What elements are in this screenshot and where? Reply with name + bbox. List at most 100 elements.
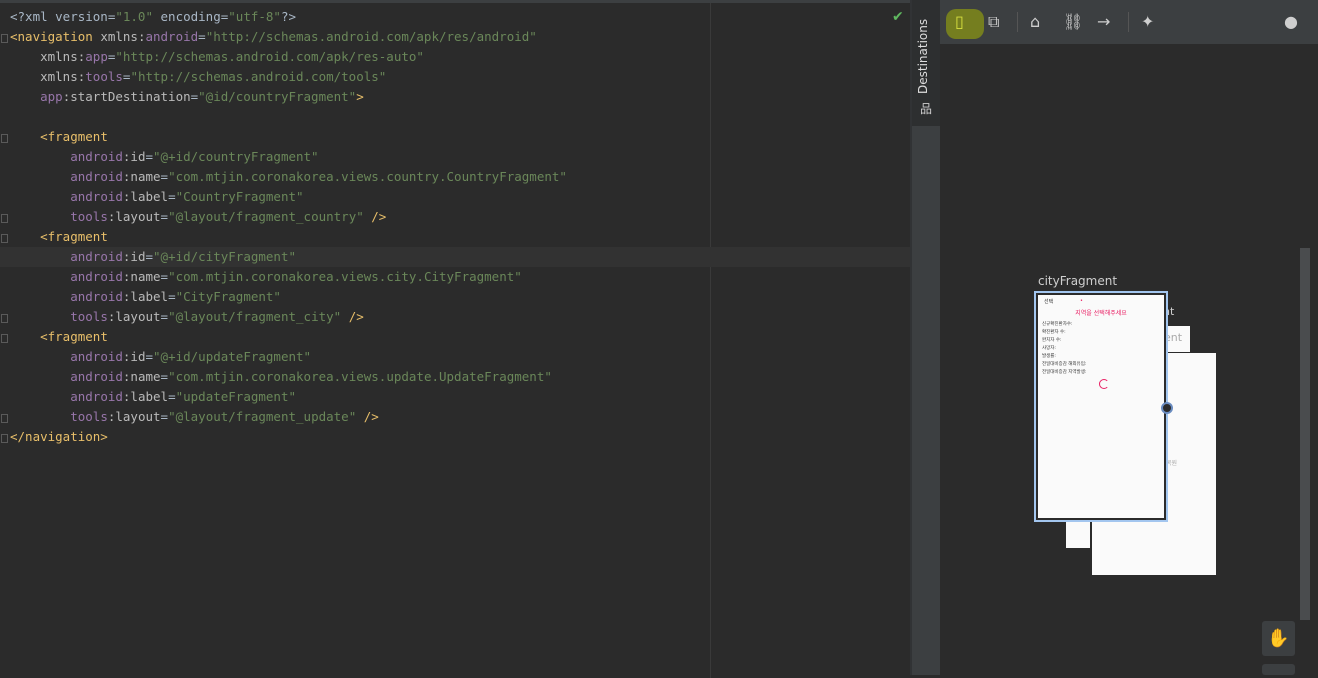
code-line[interactable]: tools:layout="@layout/fragment_country" …: [10, 207, 910, 227]
code-token: "@+id/countryFragment": [153, 149, 319, 164]
code-token: "utf-8": [228, 9, 281, 24]
code-token: <navigation: [10, 29, 101, 44]
code-token: "updateFragment": [175, 389, 297, 404]
code-token: :label: [122, 389, 169, 404]
code-token: =: [145, 249, 154, 264]
toolbar-divider: [1017, 12, 1018, 32]
code-line[interactable]: android:label="CityFragment": [10, 287, 910, 307]
code-token: android: [70, 249, 123, 264]
fold-marker[interactable]: [1, 314, 8, 323]
fold-marker[interactable]: [1, 134, 8, 143]
fold-marker[interactable]: [1, 214, 8, 223]
code-line[interactable]: android:id="@+id/cityFragment": [0, 247, 910, 267]
xml-editor[interactable]: ✔ <?xml version="1.0" encoding="utf-8"?>…: [0, 0, 910, 678]
code-line[interactable]: <?xml version="1.0" encoding="utf-8"?>: [10, 7, 910, 27]
link-icon[interactable]: ⛓: [1063, 12, 1083, 31]
nested-graph-icon[interactable]: ⧉: [988, 12, 999, 32]
code-token: />: [341, 309, 364, 324]
warning-icon[interactable]: ●: [1284, 12, 1298, 31]
loading-spinner: [1099, 379, 1109, 389]
action-handle[interactable]: [1161, 402, 1173, 414]
vertical-scrollbar[interactable]: [1300, 248, 1310, 620]
code-lines[interactable]: <?xml version="1.0" encoding="utf-8"?> <n…: [0, 7, 910, 447]
code-line[interactable]: xmlns:tools="http://schemas.android.com/…: [10, 67, 910, 87]
code-token: xmlns:: [40, 49, 86, 64]
code-line[interactable]: android:id="@+id/countryFragment": [10, 147, 910, 167]
code-token: :label: [122, 289, 169, 304]
sparkle-icon[interactable]: ✦: [1141, 12, 1154, 31]
code-token: "@+id/updateFragment": [153, 349, 312, 364]
code-line[interactable]: <navigation xmlns:android="http://schema…: [10, 27, 910, 47]
new-destination-icon[interactable]: ▯: [955, 12, 964, 31]
code-token: :label: [122, 189, 169, 204]
zoom-button[interactable]: [1262, 664, 1295, 675]
code-token: "http://schemas.android.com/apk/res/andr…: [205, 29, 537, 44]
code-token: <fragment: [40, 229, 108, 244]
code-token: android: [70, 149, 123, 164]
toolbar-divider: [1128, 12, 1129, 32]
code-line[interactable]: android:id="@+id/updateFragment": [10, 347, 910, 367]
code-token: =: [160, 409, 169, 424]
code-line[interactable]: <fragment: [10, 327, 910, 347]
code-token: "CityFragment": [175, 289, 281, 304]
code-token: tools: [70, 409, 108, 424]
code-line[interactable]: <fragment: [10, 227, 910, 247]
code-token: app: [40, 89, 63, 104]
code-token: encoding=: [153, 9, 229, 24]
code-token: "com.mtjin.coronakorea.views.update.Upda…: [168, 369, 552, 384]
code-token: "CountryFragment": [175, 189, 304, 204]
code-token: :startDestination: [62, 89, 191, 104]
code-line[interactable]: </navigation>: [10, 427, 910, 447]
code-token: "1.0": [115, 9, 153, 24]
destination-card-city[interactable]: 선택 • 지역을 선택해주세요 신규확진환자수: 확진환자 수: 완치자 수: 사망자…: [1034, 291, 1168, 522]
preview-title: 지역을 선택해주세요: [1075, 310, 1127, 317]
code-token: :layout: [107, 409, 161, 424]
destinations-tab-label: Destinations: [916, 18, 930, 94]
code-token: >: [356, 89, 364, 104]
code-token: />: [363, 209, 387, 224]
preview-stat-row: 전일대비증감 해외유입:: [1042, 362, 1087, 367]
code-token: "@layout/fragment_update": [168, 409, 357, 424]
code-line[interactable]: android:label="CountryFragment": [10, 187, 910, 207]
code-line[interactable]: [10, 107, 910, 127]
code-line[interactable]: tools:layout="@layout/fragment_city" />: [10, 307, 910, 327]
code-token: android: [70, 369, 123, 384]
code-line[interactable]: <fragment: [10, 127, 910, 147]
code-token: <fragment: [40, 329, 108, 344]
code-line[interactable]: app:startDestination="@id/countryFragmen…: [10, 87, 910, 107]
pan-hand-icon[interactable]: ✋: [1262, 621, 1295, 656]
code-token: =: [160, 169, 169, 184]
code-token: xmlns:: [100, 29, 146, 44]
preview-stat-row: 확진환자 수:: [1042, 330, 1066, 335]
code-token: android: [70, 169, 123, 184]
code-token: app: [85, 49, 108, 64]
fold-marker[interactable]: [1, 434, 8, 443]
preview-stat-row: 사망자:: [1042, 346, 1056, 351]
fold-marker[interactable]: [1, 414, 8, 423]
code-token: "http://schemas.android.com/apk/res-auto…: [115, 49, 424, 64]
code-line[interactable]: xmlns:app="http://schemas.android.com/ap…: [10, 47, 910, 67]
fold-marker[interactable]: [1, 34, 8, 43]
code-line[interactable]: tools:layout="@layout/fragment_update" /…: [10, 407, 910, 427]
code-token: =: [168, 189, 176, 204]
code-token: =: [160, 269, 169, 284]
code-token: android: [70, 349, 123, 364]
arrow-right-icon[interactable]: →: [1097, 12, 1110, 31]
code-line[interactable]: android:name="com.mtjin.coronakorea.view…: [10, 167, 910, 187]
destination-card-stub[interactable]: [1066, 520, 1090, 548]
fold-marker[interactable]: [1, 334, 8, 343]
code-line[interactable]: android:name="com.mtjin.coronakorea.view…: [10, 267, 910, 287]
code-line[interactable]: android:name="com.mtjin.coronakorea.view…: [10, 367, 910, 387]
home-icon[interactable]: ⌂: [1030, 12, 1040, 31]
preview-stat-row: 발생률:: [1042, 354, 1056, 359]
code-token: tools: [85, 69, 123, 84]
fold-marker[interactable]: [1, 234, 8, 243]
code-token: "@layout/fragment_city": [168, 309, 342, 324]
code-line[interactable]: android:label="updateFragment": [10, 387, 910, 407]
code-token: =: [145, 349, 154, 364]
